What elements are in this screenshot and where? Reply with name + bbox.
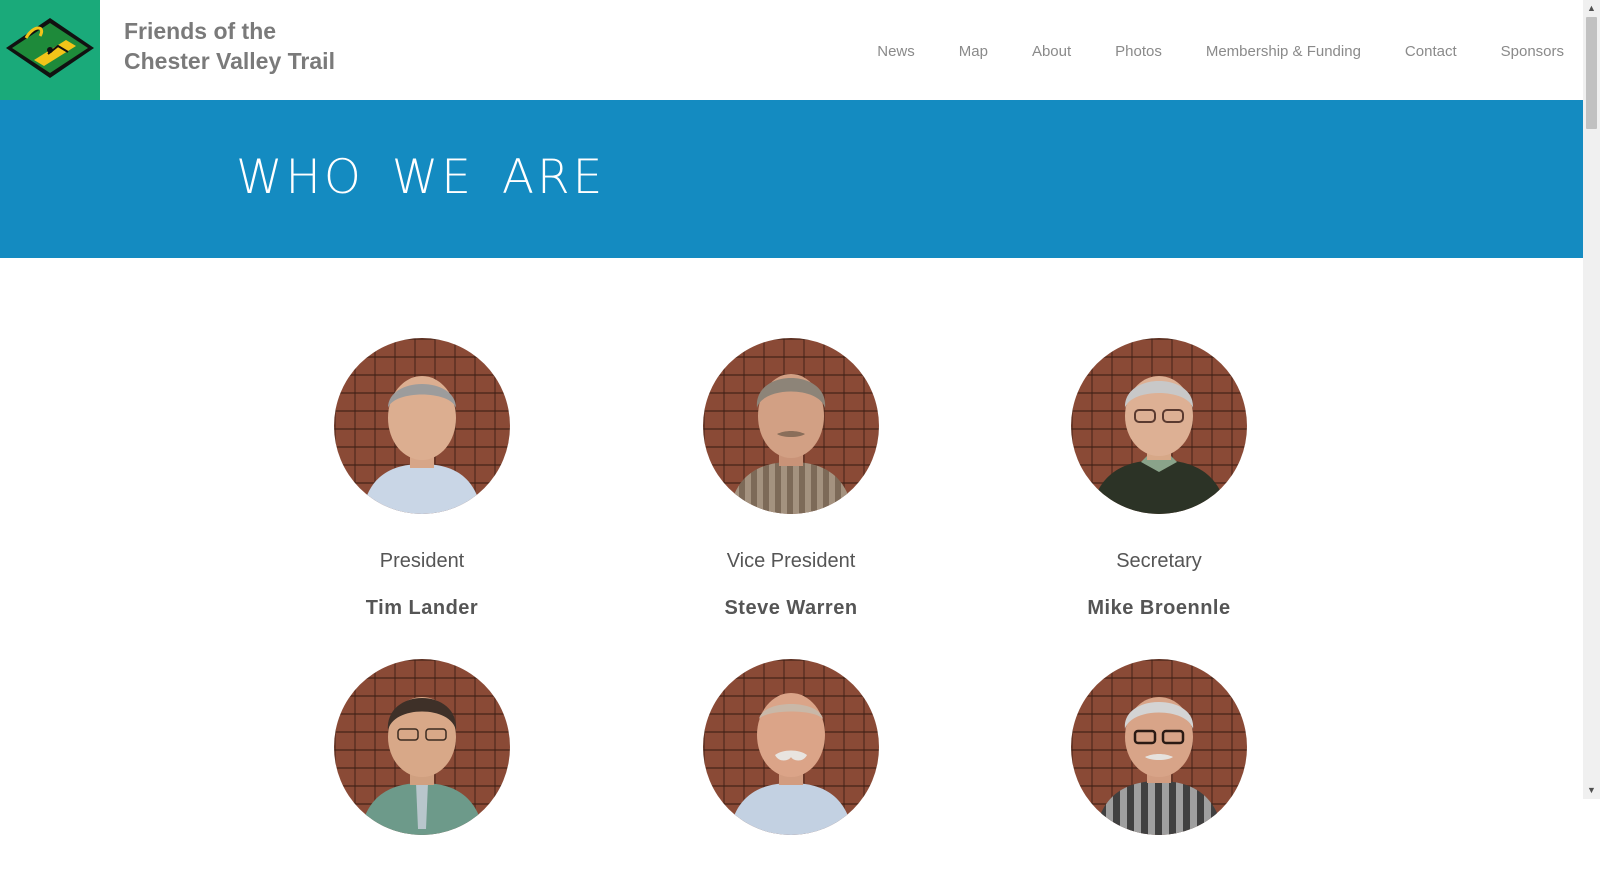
avatar [703,659,879,835]
avatar [1071,659,1247,835]
scroll-down-arrow-icon[interactable]: ▼ [1583,782,1600,799]
nav-link-membership-funding[interactable]: Membership & Funding [1206,43,1361,60]
person-photo-icon [360,697,484,835]
vertical-scrollbar[interactable]: ▲ ▼ [1583,0,1600,799]
person-card [1049,659,1269,871]
person-card [681,659,901,871]
site-title-line1: Friends of the [124,18,277,44]
scroll-thumb[interactable] [1586,17,1597,129]
nav-link-sponsors[interactable]: Sponsors [1501,43,1564,60]
person-role: Vice President [726,550,856,572]
site-header: Friends of the Chester Valley Trail News… [0,0,1583,100]
person-role: Secretary [1116,550,1202,572]
person-photo-icon [729,693,853,835]
avatar [1071,338,1247,514]
avatar [334,659,510,835]
scroll-up-arrow-icon[interactable]: ▲ [1583,0,1600,17]
person-photo-icon [1095,697,1223,835]
hero-banner: WHO WE ARE [0,100,1583,258]
nav-link-photos[interactable]: Photos [1115,43,1162,60]
person-role: President [379,550,465,572]
person-photo-icon [1091,376,1227,514]
person-name: Steve Warren [724,597,858,619]
person-card-vice-president: Vice President Steve Warren [681,338,901,620]
person-photo-icon [729,374,853,514]
person-photo-icon [362,376,482,514]
page-title: WHO WE ARE [236,150,606,205]
avatar [334,338,510,514]
person-card-president: President Tim Lander [312,338,532,620]
nav-link-news[interactable]: News [877,43,915,60]
person-card-secretary: Secretary Mike Broennle [1049,338,1269,620]
logo[interactable] [0,0,100,100]
person-name: Tim Lander [365,597,479,619]
nav-link-map[interactable]: Map [959,43,988,60]
trail-logo-icon [6,18,94,78]
person-card [312,659,532,871]
main-nav: News Map About Photos Membership & Fundi… [877,43,1564,60]
nav-link-contact[interactable]: Contact [1405,43,1457,60]
site-title-line2: Chester Valley Trail [124,48,335,74]
person-name: Mike Broennle [1087,597,1231,619]
site-title[interactable]: Friends of the Chester Valley Trail [124,16,424,76]
nav-link-about[interactable]: About [1032,43,1071,60]
avatar [703,338,879,514]
